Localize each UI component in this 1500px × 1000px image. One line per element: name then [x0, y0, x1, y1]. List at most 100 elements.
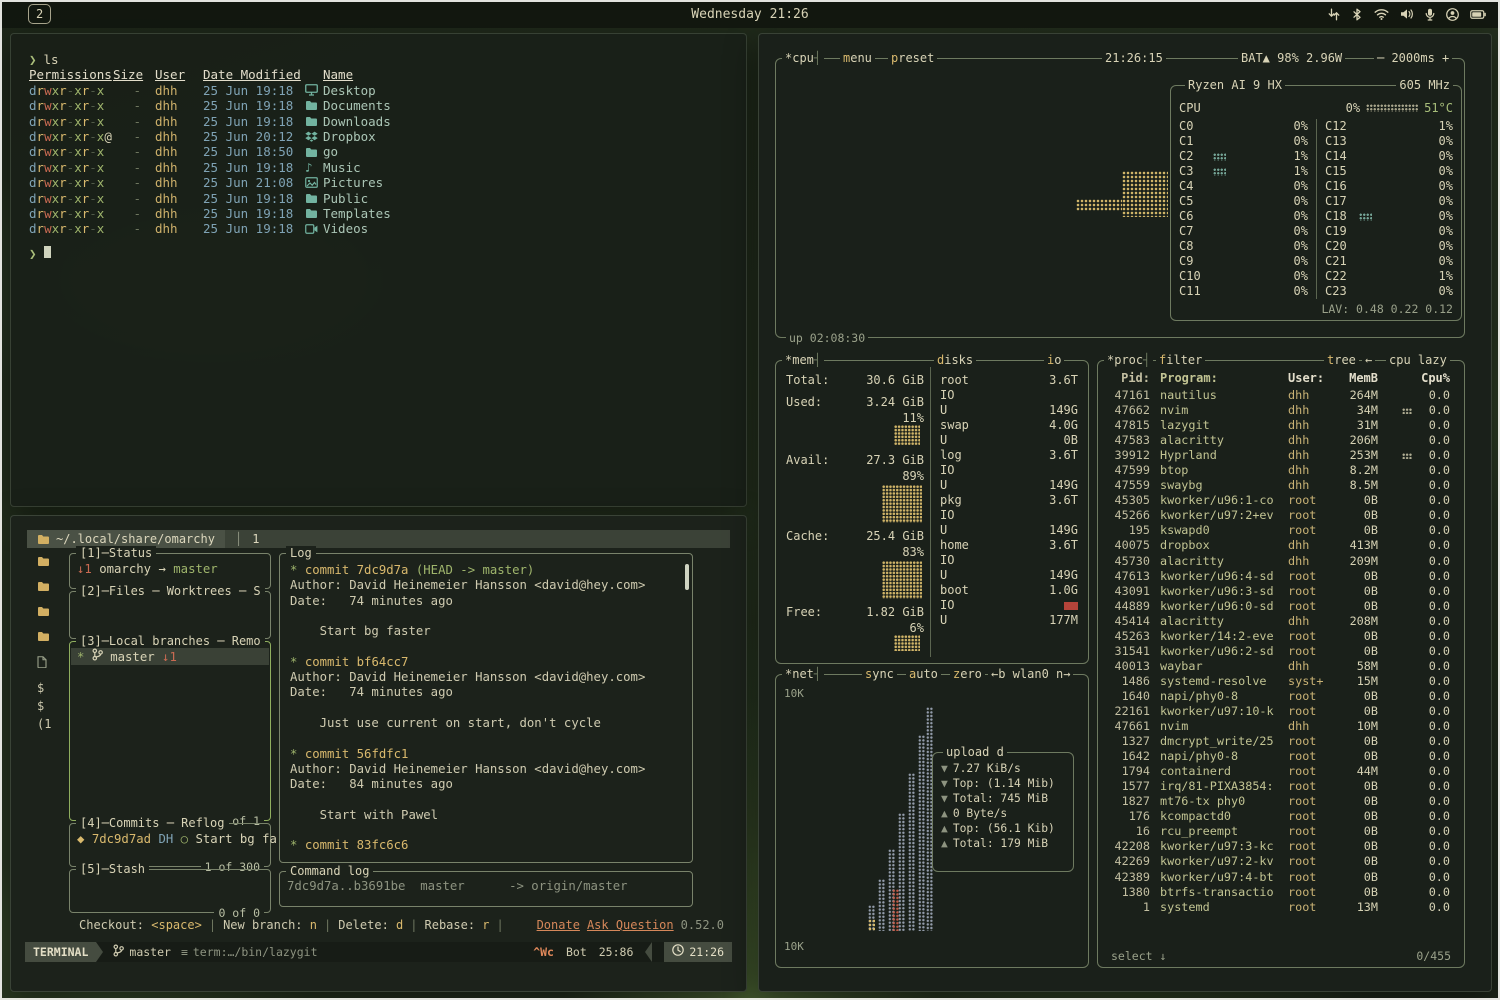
process-row[interactable]: 1642napi/phy0-8root0B0.0	[1106, 749, 1458, 764]
lazygit-stash-panel[interactable]: [5]─Stash 0 of 0	[69, 869, 271, 913]
process-row[interactable]: 16rcu_preemptroot0B0.0	[1106, 824, 1458, 839]
menu-button[interactable]: menu	[840, 51, 875, 65]
process-row[interactable]: 176kcompactd0root0B0.0	[1106, 809, 1458, 824]
process-graph	[1378, 448, 1416, 463]
process-cpu: 0.0	[1416, 644, 1450, 659]
wifi-icon[interactable]	[1374, 8, 1389, 20]
process-row[interactable]: 42208kworker/u97:3-kcroot0B0.0	[1106, 839, 1458, 854]
process-table-header[interactable]: Pid: Program: User: MemB Cpu%	[1106, 371, 1458, 386]
lazygit-branches-panel[interactable]: [3]─Local branches ─ Remo * master ↓1 1 …	[69, 641, 271, 821]
volume-icon[interactable]	[1400, 8, 1414, 20]
tree-toggle[interactable]: tree	[1324, 353, 1359, 367]
sync-button[interactable]: sync	[862, 667, 897, 681]
process-row[interactable]: 195kswapd0root0B0.0	[1106, 523, 1458, 538]
auto-button[interactable]: auto	[906, 667, 941, 681]
process-row[interactable]: 47161nautilusdhh264M0.0	[1106, 388, 1458, 403]
bluetooth-icon[interactable]	[1351, 8, 1363, 21]
process-row[interactable]: 40013waybardhh58M0.0	[1106, 659, 1458, 674]
account-icon[interactable]	[1446, 8, 1459, 21]
process-cpu: 0.0	[1416, 719, 1450, 734]
process-row[interactable]: 47559swaybgdhh8.5M0.0	[1106, 478, 1458, 493]
sort-mode[interactable]: cpu lazy	[1386, 353, 1450, 367]
pid-header[interactable]: Pid:	[1106, 371, 1150, 386]
ls-header-hname: Name	[323, 67, 353, 82]
io-toggle[interactable]: io	[1044, 353, 1064, 367]
process-name: kworker/u97:10-k	[1160, 704, 1288, 719]
process-row[interactable]: 45730alacrittydhh209M0.0	[1106, 554, 1458, 569]
selector-hint[interactable]: select ↓	[1108, 949, 1169, 963]
process-row[interactable]: 31541kworker/u96:2-sdroot0B0.0	[1106, 644, 1458, 659]
process-row[interactable]: 47599btopdhh8.2M0.0	[1106, 463, 1458, 478]
process-row[interactable]: 1327dmcrypt_write/25root0B0.0	[1106, 734, 1458, 749]
back-button[interactable]: ←	[1362, 353, 1375, 367]
net-graph-column	[892, 889, 899, 931]
process-row[interactable]: 1380btrfs-transactioroot0B0.0	[1106, 885, 1458, 900]
process-row[interactable]: 39912Hyprlanddhh253M0.0	[1106, 448, 1458, 463]
donate-link[interactable]: Donate	[537, 918, 580, 932]
program-header[interactable]: Program:	[1160, 371, 1288, 386]
refresh-interval-control[interactable]: ─ 2000ms +	[1374, 51, 1452, 65]
git-branch-segment[interactable]: master	[113, 944, 171, 960]
scrollbar-thumb[interactable]	[685, 564, 689, 590]
process-row[interactable]: 42269kworker/u97:2-kvroot0B0.0	[1106, 854, 1458, 869]
ask-question-link[interactable]: Ask Question	[587, 918, 674, 932]
log-commit-line[interactable]: * commit 56fdfc1	[290, 747, 680, 762]
help-checkout[interactable]: Checkout: <space>	[79, 918, 202, 932]
process-row[interactable]: 1827mt76-tx phy0root0B0.0	[1106, 794, 1458, 809]
cpu-box-title[interactable]: *cpu┤	[782, 51, 824, 65]
shell-prompt-line[interactable]: ❯	[29, 246, 736, 261]
interface-switcher[interactable]: ←b wlan0 n→	[988, 667, 1073, 681]
process-row[interactable]: 47583alacrittydhh206M0.0	[1106, 433, 1458, 448]
log-commit-line[interactable]: * commit 7dc9d7a (HEAD -> master)	[290, 563, 680, 578]
process-row[interactable]: 45266kworker/u97:2+evroot0B0.0	[1106, 508, 1458, 523]
user-header[interactable]: User:	[1288, 371, 1336, 386]
lazygit-files-panel[interactable]: [2]─Files ─ Worktrees ─ S 0 of 0	[69, 591, 271, 639]
process-row[interactable]: 47661nvimdhh10M0.0	[1106, 719, 1458, 734]
log-commit-line[interactable]: * commit 83fc6c6	[290, 838, 680, 853]
separator: |	[324, 918, 331, 932]
net-stats-title[interactable]: upload d	[943, 745, 1007, 759]
updates-icon[interactable]	[1328, 8, 1340, 21]
mem-box-title[interactable]: *mem┤	[782, 353, 824, 367]
battery-icon[interactable]	[1470, 10, 1486, 19]
mem-usage-graph	[882, 485, 922, 523]
tab-number[interactable]: 1	[252, 532, 259, 546]
process-row[interactable]: 22161kworker/u97:10-kroot0B0.0	[1106, 704, 1458, 719]
process-mem: 44M	[1336, 764, 1378, 779]
disks-toggle[interactable]: disks	[934, 353, 976, 367]
process-row[interactable]: 45305kworker/u96:1-coroot0B0.0	[1106, 493, 1458, 508]
process-row[interactable]: 1794containerdroot44M0.0	[1106, 764, 1458, 779]
process-row[interactable]: 45414alacrittydhh208M0.0	[1106, 614, 1458, 629]
process-row[interactable]: 1577irq/81-PIXA3854:root0B0.0	[1106, 779, 1458, 794]
help-delete[interactable]: Delete: d	[338, 918, 403, 932]
process-row[interactable]: 1486systemd-resolvesyst+15M0.0	[1106, 674, 1458, 689]
lazygit-commits-panel[interactable]: [4]─Commits ─ Reflog ◆ 7dc9d7ad DH ○ Sta…	[69, 823, 271, 867]
preset-button[interactable]: preset	[888, 51, 937, 65]
mic-icon[interactable]	[1425, 8, 1435, 21]
selected-branch-row[interactable]: * master ↓1	[71, 648, 269, 665]
help-rebase[interactable]: Rebase: r	[425, 918, 490, 932]
mem-header[interactable]: MemB	[1336, 371, 1378, 386]
proc-box-title[interactable]: *proc┤	[1104, 353, 1153, 367]
process-row[interactable]: 47815lazygitdhh31M0.0	[1106, 418, 1458, 433]
process-row[interactable]: 44889kworker/u96:0-sdroot0B0.0	[1106, 599, 1458, 614]
file-permissions: drwxr-xr-x	[29, 221, 113, 236]
commit-row[interactable]: ◆ 7dc9d7ad DH ○ Start bg fa	[77, 832, 277, 846]
help-newbranch[interactable]: New branch: n	[223, 918, 317, 932]
process-row[interactable]: 42389kworker/u97:4-btroot0B0.0	[1106, 870, 1458, 885]
commit-bullet: *	[290, 747, 305, 761]
process-row[interactable]: 47662nvimdhh34M0.0	[1106, 403, 1458, 418]
process-row[interactable]: 1systemdroot13M0.0	[1106, 900, 1458, 915]
filter-button[interactable]: filter	[1156, 353, 1205, 367]
process-row[interactable]: 1640napi/phy0-8root0B0.0	[1106, 689, 1458, 704]
process-row[interactable]: 47613kworker/u96:4-sdroot0B0.0	[1106, 569, 1458, 584]
net-box-title[interactable]: *net┤	[782, 667, 824, 681]
process-row[interactable]: 40075dropboxdhh413M0.0	[1106, 538, 1458, 553]
lazygit-log-panel[interactable]: Log * commit 7dc9d7a (HEAD -> master)Aut…	[279, 553, 693, 863]
cpu-header[interactable]: Cpu%	[1416, 371, 1450, 386]
zero-button[interactable]: zero	[950, 667, 985, 681]
log-commit-line[interactable]: * commit bf64cc7	[290, 655, 680, 670]
process-row[interactable]: 45263kworker/14:2-everoot0B0.0	[1106, 629, 1458, 644]
process-row[interactable]: 43091kworker/u96:3-sdroot0B0.0	[1106, 584, 1458, 599]
file-name: Downloads	[323, 114, 391, 129]
